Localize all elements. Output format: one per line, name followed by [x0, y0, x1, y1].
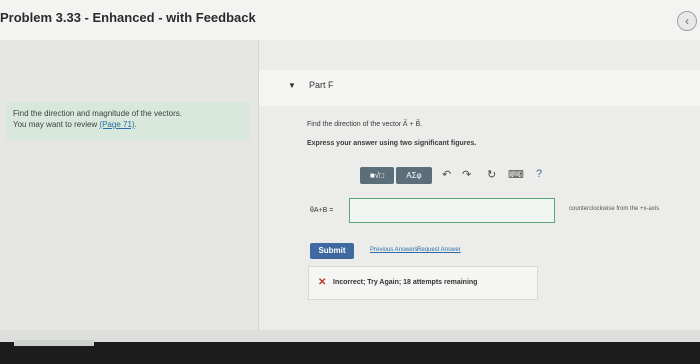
collapse-caret-icon[interactable]: ▼: [288, 81, 296, 90]
answer-label: θA+B =: [310, 207, 334, 214]
hint-period: .: [134, 120, 137, 129]
page-title: Problem 3.33 - Enhanced - with Feedback: [0, 10, 256, 25]
screen: Problem 3.33 - Enhanced - with Feedback …: [0, 0, 700, 342]
hint-review-text: You may want to review: [13, 120, 100, 129]
submit-button[interactable]: Submit: [310, 243, 354, 259]
math-toolbar: ■√□ ΑΣφ ↶ ↷ ↻ ⌨ ?: [356, 165, 556, 187]
bottom-strip: [0, 330, 700, 342]
hint-box: Find the direction and magnitude of the …: [6, 102, 250, 140]
page-link[interactable]: (Page 71): [99, 120, 134, 129]
symbols-button[interactable]: ΑΣφ: [396, 167, 432, 184]
part-header[interactable]: ▼ Part F: [259, 70, 700, 106]
answer-input[interactable]: [349, 198, 555, 223]
request-answer-link[interactable]: Request Answer: [417, 247, 461, 253]
undo-icon[interactable]: ↶: [442, 168, 451, 181]
redo-icon[interactable]: ↷: [462, 168, 471, 181]
incorrect-icon: ✕: [318, 277, 327, 288]
reset-icon[interactable]: ↻: [487, 168, 496, 181]
bottom-tab: [14, 340, 94, 346]
left-panel: Find the direction and magnitude of the …: [0, 40, 259, 330]
help-icon[interactable]: ?: [536, 168, 542, 180]
hint-review-line: You may want to review (Page 71).: [13, 120, 137, 129]
header-bar: Problem 3.33 - Enhanced - with Feedback …: [0, 0, 700, 41]
feedback-box: ✕ Incorrect; Try Again; 18 attempts rema…: [308, 266, 538, 300]
hint-text: Find the direction and magnitude of the …: [13, 109, 182, 118]
keyboard-icon[interactable]: ⌨: [508, 168, 524, 181]
unit-label: counterclockwise from the +x-axis: [569, 206, 660, 212]
feedback-message: Incorrect; Try Again; 18 attempts remain…: [333, 279, 478, 286]
previous-answers-link[interactable]: Previous Answers: [370, 247, 418, 253]
question-text: Find the direction of the vector A⃗ + B⃗…: [307, 121, 423, 128]
instruction-text: Express your answer using two significan…: [307, 140, 477, 147]
templates-button[interactable]: ■√□: [360, 167, 394, 184]
part-label: Part F: [309, 80, 334, 90]
back-arrow-icon[interactable]: ‹: [677, 11, 697, 31]
